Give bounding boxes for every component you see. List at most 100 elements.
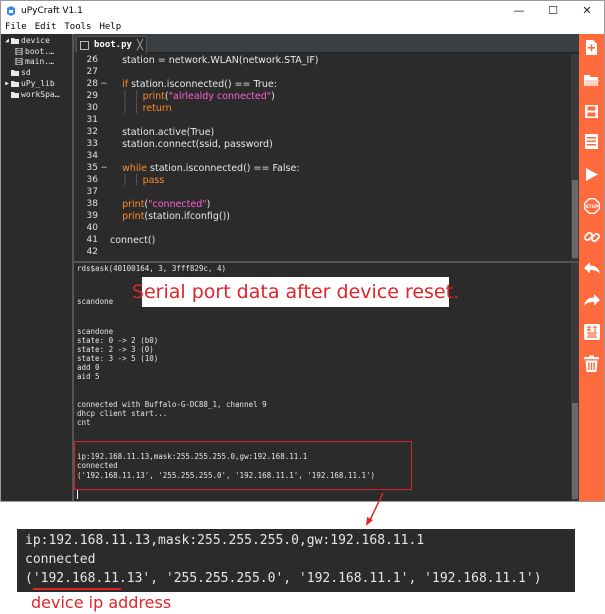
code-token: ) <box>206 198 211 210</box>
editor-scrollbar-thumb[interactable] <box>572 180 578 258</box>
tab-bar: boot.py ╳ <box>74 34 579 53</box>
annotation-text: Serial port data after device reset. <box>131 281 460 303</box>
code-lines[interactable]: 26 station = network.WLAN(network.STA_IF… <box>74 54 571 259</box>
terminal-cursor <box>77 490 78 499</box>
code-line[interactable]: 38 print("connected") <box>74 198 571 210</box>
zoomed-output-line: ('192.168.11.13', '255.255.255.0', '192.… <box>25 571 542 586</box>
window-title: uPyCraft V1.1 <box>21 5 83 16</box>
tree-item-label: device <box>21 35 50 45</box>
line-number: 41 <box>86 235 98 245</box>
zoomed-output-line: ip:192.168.11.13,mask:255.255.255.0,gw:1… <box>25 533 425 548</box>
code-line[interactable]: 26 station = network.WLAN(network.STA_IF… <box>74 54 571 66</box>
menu-tools[interactable]: Tools <box>60 22 95 32</box>
download-run-button[interactable] <box>582 132 601 151</box>
maximize-button[interactable]: ☐ <box>536 1 570 20</box>
tree-item-main[interactable]: main.… <box>15 56 54 66</box>
tab-close-icon[interactable]: ╳ <box>137 40 143 51</box>
fold-toggle-icon[interactable]: − <box>98 79 110 89</box>
folder-icon <box>11 69 19 76</box>
code-token: (station.ifconfig()) <box>144 210 231 222</box>
ip-underline <box>33 588 121 590</box>
tree-item-label: workSpa… <box>21 89 60 99</box>
expand-arrow-icon[interactable]: ◢ <box>3 37 11 44</box>
code-line[interactable]: 40 <box>74 222 571 234</box>
connect-button[interactable] <box>582 227 601 246</box>
terminal-scrollbar[interactable] <box>571 263 579 501</box>
code-token: print <box>142 90 165 102</box>
tab-boot-py[interactable]: boot.py ╳ <box>76 36 147 53</box>
code-line[interactable]: 27 <box>74 66 571 78</box>
clear-button[interactable] <box>582 354 601 373</box>
line-number: 35 <box>86 163 98 173</box>
open-button[interactable] <box>582 71 601 90</box>
clear-icon <box>584 355 599 372</box>
terminal-line: state: 2 -> 3 (0) <box>77 345 154 354</box>
terminal-line: aid 5 <box>77 372 100 381</box>
code-token: "connected" <box>148 198 207 210</box>
code-token: │ │ <box>110 102 143 114</box>
code-line[interactable]: 35− while station.isconnected() == False… <box>74 162 571 174</box>
code-token: print <box>122 198 145 210</box>
redo-button[interactable] <box>582 291 601 310</box>
menu-file[interactable]: File <box>1 22 31 32</box>
redo-icon <box>583 293 600 306</box>
menu-edit[interactable]: Edit <box>31 22 61 32</box>
fold-toggle-icon[interactable]: − <box>98 163 110 173</box>
close-button[interactable]: ✕ <box>570 1 604 20</box>
side-toolbar: STOP <box>579 34 604 501</box>
tree-item-label: boot.… <box>25 46 54 56</box>
line-number: 26 <box>86 55 98 65</box>
line-number: 40 <box>86 223 98 233</box>
run-button[interactable] <box>582 165 601 184</box>
minimize-button[interactable]: — <box>502 1 536 20</box>
folder-icon <box>11 91 19 98</box>
code-line[interactable]: 30 │ │ return <box>74 102 571 114</box>
stop-button[interactable]: STOP <box>582 196 601 215</box>
file-tree: ◢ device boot.… main.… sd ▶ uPy_lib work… <box>1 34 72 501</box>
code-token: │ │ <box>110 90 143 102</box>
syntax-check-button[interactable] <box>582 322 601 341</box>
code-line[interactable]: 36 │ │ pass <box>74 174 571 186</box>
tree-item-device[interactable]: ◢ device <box>3 35 50 45</box>
code-editor[interactable]: boot.py ╳ 26 station = network.WLAN(netw… <box>74 34 579 261</box>
code-line[interactable]: 29 │ │ print("alrlealdy connected") <box>74 90 571 102</box>
line-number: 30 <box>86 103 98 113</box>
tree-item-workspace[interactable]: workSpa… <box>11 89 60 99</box>
code-line[interactable]: 41 connect() <box>74 234 571 246</box>
code-line[interactable]: 28− if station.isconnected() == True: <box>74 78 571 90</box>
connect-icon <box>583 231 600 242</box>
code-line[interactable]: 31 <box>74 114 571 126</box>
terminal-line: add 0 <box>77 363 100 372</box>
code-line[interactable]: 34 <box>74 150 571 162</box>
save-button[interactable] <box>582 102 601 121</box>
expand-arrow-icon[interactable]: ▶ <box>3 80 11 87</box>
code-line[interactable]: 42 <box>74 246 571 258</box>
code-line[interactable]: 39 print (station.ifconfig()) <box>74 210 571 222</box>
terminal-line: state: 0 -> 2 (b0) <box>77 336 159 345</box>
tab-label: boot.py <box>94 40 132 50</box>
tree-item-boot[interactable]: boot.… <box>15 46 54 56</box>
code-token: connect() <box>110 234 156 246</box>
editor-scrollbar[interactable] <box>571 54 579 260</box>
line-number: 29 <box>86 91 98 101</box>
tree-item-sd[interactable]: sd <box>11 67 31 77</box>
terminal-line: dhcp client start... <box>77 409 168 418</box>
code-line[interactable]: 37 <box>74 186 571 198</box>
tree-item-upy-lib[interactable]: ▶ uPy_lib <box>3 78 55 88</box>
terminal-line: connected with Buffalo-G-DC88_1, channel… <box>77 400 267 409</box>
open-folder-icon <box>584 75 599 86</box>
file-icon <box>15 57 23 65</box>
line-number: 42 <box>86 247 98 257</box>
menu-help[interactable]: Help <box>95 22 125 32</box>
code-token: station.isconnected() == False: <box>147 162 300 174</box>
undo-button[interactable] <box>582 259 601 278</box>
svg-text:STOP: STOP <box>585 203 598 208</box>
highlight-box <box>74 441 412 490</box>
new-file-button[interactable] <box>582 38 601 57</box>
code-line[interactable]: 33 station.connect(ssid, password) <box>74 138 571 150</box>
line-number: 33 <box>86 139 98 149</box>
terminal-scrollbar-thumb[interactable] <box>572 403 578 499</box>
code-token: │ │ <box>110 174 143 186</box>
code-line[interactable]: 32 station.active(True) <box>74 126 571 138</box>
line-number: 39 <box>86 211 98 221</box>
